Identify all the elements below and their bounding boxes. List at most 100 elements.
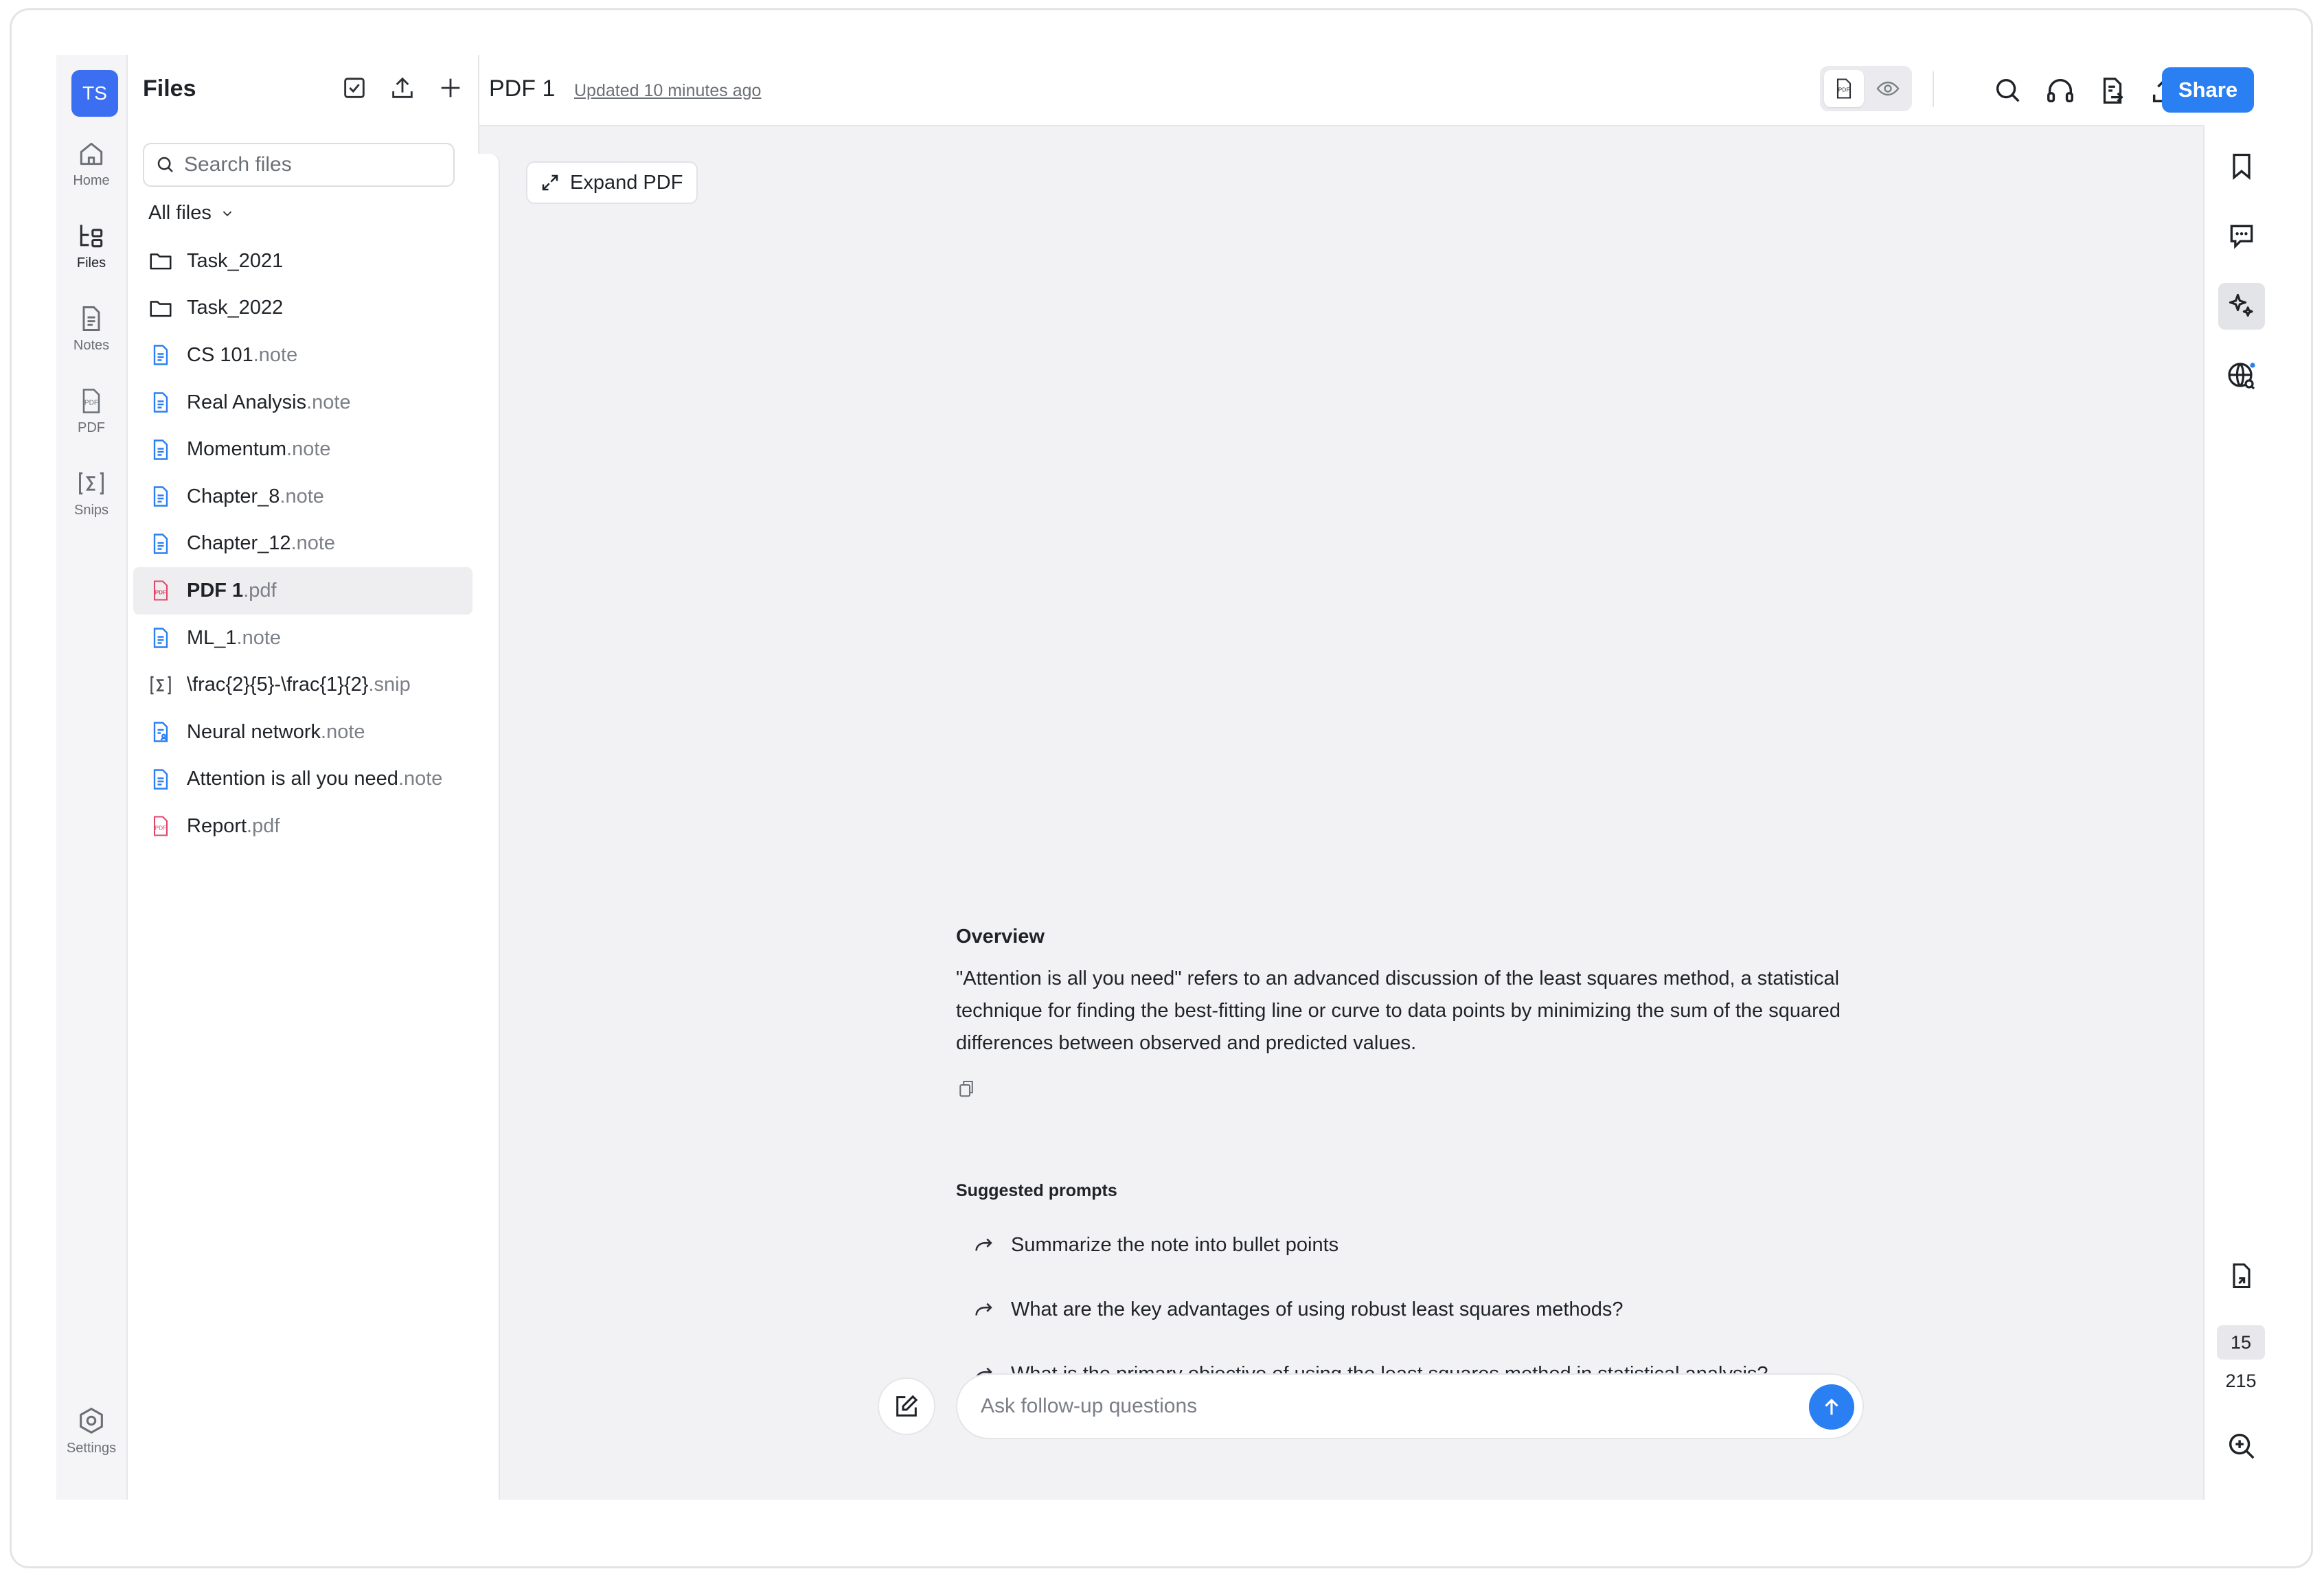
suggested-prompt[interactable]: What are the key advantages of using rob… bbox=[972, 1298, 1623, 1321]
overview-text: "Attention is all you need" refers to an… bbox=[956, 968, 1841, 1054]
suggested-prompt[interactable]: Summarize the note into bullet points bbox=[972, 1233, 1338, 1257]
file-extension: .snip bbox=[368, 674, 411, 696]
file-item[interactable]: Neural network .note bbox=[133, 709, 472, 756]
search-icon bbox=[1992, 75, 2024, 106]
file-item[interactable]: Attention is all you need .note bbox=[133, 756, 472, 803]
zoom-in-button[interactable] bbox=[2218, 1423, 2265, 1469]
expand-icon bbox=[540, 172, 560, 193]
forward-arrow-icon bbox=[972, 1298, 996, 1321]
file-item[interactable]: CS 101 .note bbox=[133, 332, 472, 379]
rail-item-home[interactable]: Home bbox=[56, 139, 126, 189]
document-export-icon bbox=[2097, 75, 2128, 106]
file-item[interactable]: ML_1 .note bbox=[133, 615, 472, 662]
zoom-out-button[interactable] bbox=[2218, 1491, 2265, 1500]
web-search-button[interactable] bbox=[2218, 353, 2265, 400]
expand-pdf-button[interactable]: Expand PDF bbox=[526, 161, 698, 204]
new-chat-button[interactable] bbox=[878, 1377, 935, 1435]
file-name: CS 101 bbox=[187, 343, 253, 366]
toolbar-divider bbox=[1933, 71, 1934, 107]
search-button[interactable] bbox=[1992, 74, 2025, 107]
sparkle-icon bbox=[2226, 291, 2257, 321]
sigma-icon bbox=[147, 672, 174, 699]
rail-item-snips[interactable]: Snips bbox=[56, 468, 126, 518]
bookmark-button[interactable] bbox=[2218, 143, 2265, 190]
pdf-view-toggle[interactable]: PDF bbox=[1824, 70, 1864, 107]
file-extension: .note bbox=[286, 438, 331, 461]
send-button[interactable] bbox=[1809, 1384, 1854, 1430]
svg-text:PDF: PDF bbox=[155, 825, 167, 832]
copy-icon[interactable] bbox=[956, 1078, 977, 1099]
rail-label: PDF bbox=[78, 420, 105, 435]
avatar[interactable]: TS bbox=[71, 70, 118, 117]
file-name: PDF 1 bbox=[187, 579, 244, 602]
rail-label: Snips bbox=[73, 503, 109, 518]
updated-timestamp[interactable]: Updated 10 minutes ago bbox=[574, 81, 761, 101]
file-item[interactable]: PDF Report .pdf bbox=[133, 803, 472, 850]
rail-label: Settings bbox=[66, 1441, 117, 1456]
svg-text:PDF: PDF bbox=[84, 400, 98, 407]
file-list: Task_2021 Task_2022 CS 101 .note Real Analys… bbox=[133, 238, 472, 850]
file-item[interactable]: \frac{2}{5}-\frac{1}{2} .snip bbox=[133, 661, 472, 709]
current-page[interactable]: 15 bbox=[2217, 1325, 2265, 1360]
follow-up-box[interactable] bbox=[956, 1373, 1864, 1439]
eye-icon bbox=[1876, 76, 1900, 101]
search-box[interactable] bbox=[143, 143, 455, 187]
file-item[interactable]: Real Analysis .note bbox=[133, 379, 472, 426]
comments-button[interactable] bbox=[2218, 213, 2265, 260]
forward-arrow-icon bbox=[972, 1233, 996, 1257]
note-icon bbox=[147, 530, 174, 558]
export-document-button[interactable] bbox=[2096, 74, 2129, 107]
select-checkbox-icon[interactable] bbox=[341, 74, 368, 102]
bookmark-icon bbox=[2226, 151, 2257, 181]
file-extension: .note bbox=[398, 768, 443, 790]
note-icon bbox=[147, 389, 174, 416]
pdf-page-edge bbox=[478, 154, 500, 1500]
expand-pdf-label: Expand PDF bbox=[570, 171, 683, 194]
rail-item-files[interactable]: Files bbox=[56, 221, 126, 271]
file-item[interactable]: Task_2022 bbox=[133, 285, 472, 332]
ai-assistant-button[interactable] bbox=[2218, 283, 2265, 330]
file-item[interactable]: PDF PDF 1 .pdf bbox=[133, 567, 472, 615]
note-icon bbox=[147, 436, 174, 463]
file-item[interactable]: Chapter_12 .note bbox=[133, 520, 472, 568]
file-item[interactable]: Chapter_8 .note bbox=[133, 473, 472, 520]
rail-item-settings[interactable]: Settings bbox=[56, 1405, 126, 1456]
follow-up-input[interactable] bbox=[979, 1394, 1772, 1419]
sigma-icon bbox=[76, 468, 106, 499]
files-title: Files bbox=[143, 76, 196, 102]
file-extension: .note bbox=[306, 391, 351, 413]
home-icon bbox=[76, 139, 106, 169]
file-extension: .note bbox=[290, 532, 336, 555]
rail-item-notes[interactable]: Notes bbox=[56, 304, 126, 354]
zoom-in-icon bbox=[2226, 1430, 2257, 1462]
rail-label: Files bbox=[76, 255, 106, 271]
upload-icon[interactable] bbox=[389, 74, 416, 102]
pdf-icon: PDF bbox=[1832, 76, 1856, 101]
file-extension: .pdf bbox=[243, 579, 277, 602]
prompt-text: What are the key advantages of using rob… bbox=[1011, 1298, 1624, 1320]
total-pages: 215 bbox=[2225, 1371, 2257, 1391]
file-name: Report bbox=[187, 814, 247, 837]
headphones-icon bbox=[2044, 75, 2076, 106]
file-name: Chapter_12 bbox=[187, 532, 291, 555]
file-item[interactable]: Momentum .note bbox=[133, 426, 472, 473]
nav-rail: TS Home Files Notes PDF PDF Snips Settin… bbox=[56, 55, 128, 1500]
file-item[interactable]: Task_2021 bbox=[133, 238, 472, 285]
all-files-dropdown[interactable]: All files bbox=[148, 202, 235, 225]
settings-icon bbox=[76, 1405, 107, 1436]
file-name: Momentum bbox=[187, 438, 287, 461]
share-button[interactable]: Share bbox=[2162, 67, 2254, 113]
preview-toggle[interactable] bbox=[1868, 70, 1908, 107]
file-name: Task_2021 bbox=[187, 249, 284, 272]
search-input[interactable] bbox=[183, 152, 446, 177]
app-window: TS Home Files Notes PDF PDF Snips Settin… bbox=[56, 55, 2277, 1500]
pdf-icon: PDF bbox=[76, 386, 106, 416]
rail-label: Notes bbox=[73, 338, 110, 353]
globe-search-icon bbox=[2225, 360, 2258, 393]
arrow-up-icon bbox=[1820, 1395, 1843, 1419]
add-icon[interactable] bbox=[437, 74, 464, 102]
rail-item-pdf[interactable]: PDF PDF bbox=[56, 386, 126, 436]
listen-button[interactable] bbox=[2044, 74, 2077, 107]
shared-note-icon bbox=[147, 718, 174, 746]
page-view-button[interactable] bbox=[2218, 1252, 2265, 1299]
